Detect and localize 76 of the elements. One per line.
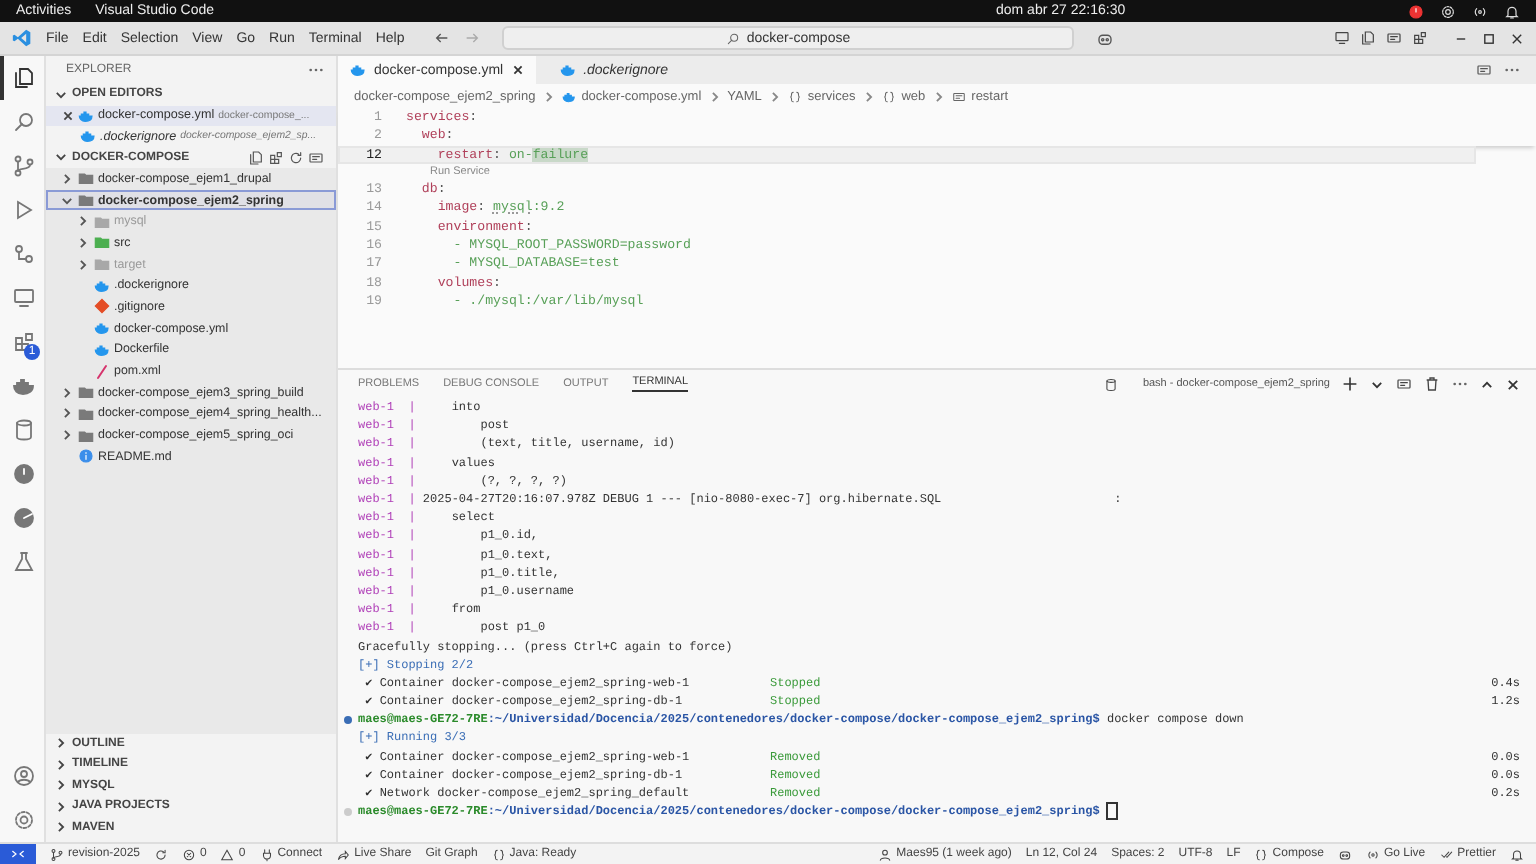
whale-icon <box>561 89 576 103</box>
whale-icon <box>94 277 110 294</box>
whale-icon <box>94 320 110 337</box>
files-icon <box>248 149 264 166</box>
chevron-down-icon <box>60 193 74 208</box>
chevron-right-icon <box>707 89 722 103</box>
extensions-icon <box>12 330 36 354</box>
back-arrow-icon[interactable] <box>434 30 451 46</box>
diamond-icon <box>94 298 110 315</box>
chevron-right-icon <box>767 89 782 103</box>
maximize-icon[interactable] <box>1482 31 1496 45</box>
whale-icon <box>80 128 96 145</box>
check-double-icon <box>1439 847 1454 861</box>
whale-icon <box>94 341 110 358</box>
braces-icon <box>787 89 802 103</box>
flask-icon <box>12 550 36 574</box>
database-icon <box>1104 377 1119 391</box>
broadcast-icon <box>1365 847 1380 861</box>
monitor-icon <box>1334 30 1350 46</box>
error-icon <box>182 847 197 861</box>
more-icon[interactable] <box>308 66 324 74</box>
chevron-down-icon <box>1370 377 1384 391</box>
power-icon <box>1408 3 1424 19</box>
warning-icon <box>220 847 235 861</box>
code-logo-icon <box>12 28 32 48</box>
person-icon <box>878 847 893 861</box>
braces-icon <box>491 847 506 861</box>
pie-chart-icon <box>12 506 36 530</box>
whale-icon <box>350 62 366 78</box>
whale-icon <box>78 107 94 124</box>
chevron-right-icon <box>541 89 556 103</box>
play-bug-icon <box>12 198 36 222</box>
sync-icon <box>154 847 169 861</box>
account-icon <box>12 764 36 788</box>
close-icon[interactable] <box>1506 377 1520 391</box>
bell-icon <box>1510 847 1524 861</box>
command-decoration-dot[interactable] <box>344 715 352 724</box>
sync-icon <box>288 149 304 166</box>
plus-icon[interactable] <box>1342 376 1358 392</box>
branch-icon <box>12 154 36 178</box>
copilot-icon <box>1096 29 1115 47</box>
chevron-right-icon <box>861 89 876 103</box>
power-icon <box>12 462 36 486</box>
chevron-up-icon[interactable] <box>1480 377 1494 391</box>
extensions-icon <box>268 149 284 166</box>
plug-icon <box>259 847 274 861</box>
trash-icon[interactable] <box>1424 376 1440 392</box>
extensions-icon <box>1412 30 1428 46</box>
close-icon[interactable] <box>1510 31 1524 45</box>
close-icon[interactable] <box>511 64 524 76</box>
more-icon[interactable] <box>1504 66 1520 74</box>
more-icon[interactable] <box>1452 380 1468 388</box>
remote-button[interactable] <box>0 844 36 864</box>
chevron-down-icon <box>54 87 68 102</box>
search-icon <box>12 110 36 134</box>
chevron-down-icon <box>54 150 68 165</box>
broadcast-icon <box>1472 3 1488 19</box>
braces-icon <box>1254 847 1269 861</box>
search-icon <box>726 31 741 45</box>
braces-icon <box>881 89 896 103</box>
settings-icon <box>1440 3 1456 19</box>
command-decoration-dot[interactable] <box>344 807 352 816</box>
database-icon <box>12 418 36 442</box>
files-icon <box>1360 30 1376 46</box>
info-icon <box>78 448 94 465</box>
whale-icon <box>559 62 576 78</box>
whale-icon <box>12 374 36 398</box>
chevron-right-icon <box>931 89 946 103</box>
monitor-icon <box>12 286 36 310</box>
branch-icon <box>50 847 64 861</box>
settings-icon <box>12 808 36 832</box>
chevron-right-icon <box>60 171 74 186</box>
close-icon[interactable] <box>62 109 74 122</box>
copilot-icon <box>1337 847 1352 861</box>
files-icon <box>12 66 36 90</box>
share-icon <box>336 847 351 861</box>
